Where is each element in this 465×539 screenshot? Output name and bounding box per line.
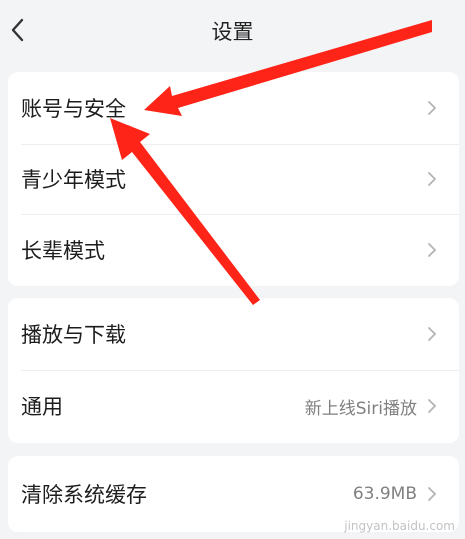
settings-item-play-download[interactable]: 播放与下载: [8, 298, 459, 370]
settings-item-value: 新上线Siri播放: [304, 398, 417, 419]
chevron-right-icon: [428, 487, 436, 501]
settings-item-account-security[interactable]: 账号与安全: [8, 72, 459, 144]
chevron-right-icon: [428, 101, 436, 115]
chevron-right-icon: [428, 243, 436, 257]
settings-item-label: 通用: [21, 395, 63, 419]
settings-item-general[interactable]: 通用 新上线Siri播放: [8, 370, 459, 442]
settings-item-label: 长辈模式: [21, 239, 105, 263]
chevron-right-icon: [428, 399, 436, 413]
settings-group-account: 账号与安全 青少年模式 长辈模式: [8, 72, 459, 286]
chevron-right-icon: [428, 172, 436, 186]
chevron-right-icon: [428, 327, 436, 341]
settings-item-label: 青少年模式: [21, 168, 126, 192]
nav-bar: 设置: [0, 0, 465, 60]
watermark: jingyan.baidu.com: [344, 519, 455, 533]
cache-size-value: 63.9MB: [352, 484, 417, 504]
settings-item-label: 清除系统缓存: [21, 483, 147, 507]
settings-group-general: 播放与下载 通用 新上线Siri播放: [8, 298, 459, 443]
settings-item-elder-mode[interactable]: 长辈模式: [8, 214, 459, 286]
settings-item-teen-mode[interactable]: 青少年模式: [8, 144, 459, 214]
page-title: 设置: [211, 20, 254, 44]
settings-item-label: 播放与下载: [21, 323, 126, 347]
settings-item-label: 账号与安全: [21, 97, 126, 121]
